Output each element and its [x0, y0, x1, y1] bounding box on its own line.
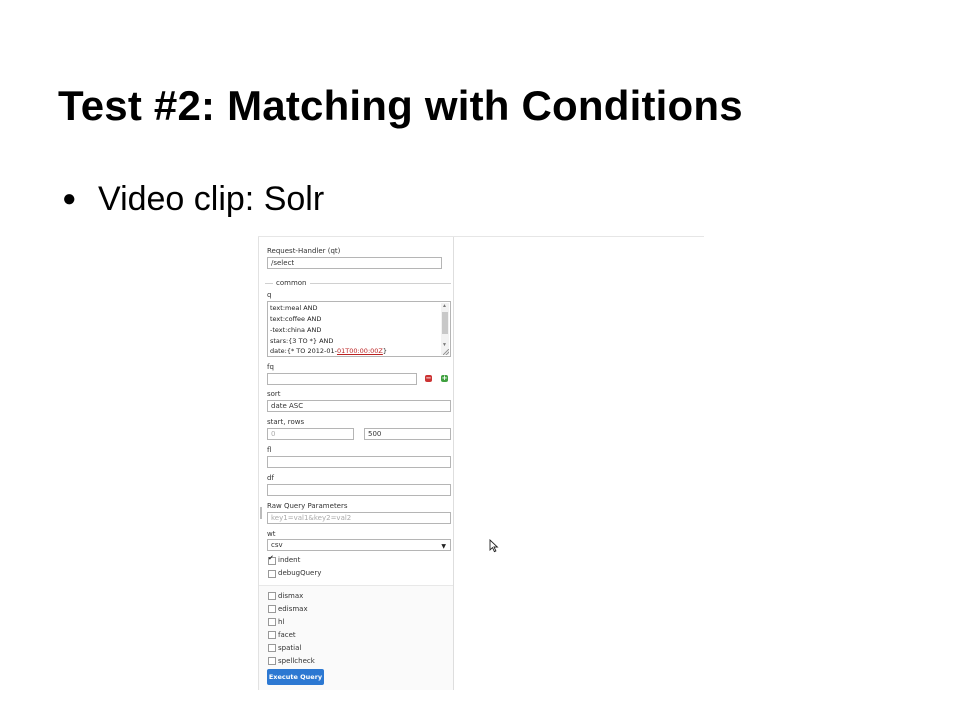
q-line: text:coffee AND [270, 315, 322, 323]
q-line-date-suffix: 01T00:00:00Z [336, 347, 383, 355]
query-form-panel: Request-Handler (qt) /select common q te… [258, 237, 454, 690]
textarea-resize-icon[interactable] [443, 349, 449, 355]
solr-query-screenshot: Request-Handler (qt) /select common q te… [258, 236, 704, 690]
common-legend: common [273, 279, 310, 287]
bullet-text: Video clip: Solr [98, 180, 325, 218]
scroll-down-icon[interactable]: ▼ [442, 343, 447, 348]
fq-input[interactable] [267, 373, 417, 385]
debug-query-label: debugQuery [278, 569, 322, 577]
fl-label: fl [267, 446, 272, 454]
raw-params-label: Raw Query Parameters [267, 502, 348, 510]
q-line: -text:china AND [270, 326, 322, 334]
wt-selected-value: csv [271, 541, 283, 549]
edismax-label: edismax [278, 605, 308, 613]
sort-label: sort [267, 390, 281, 398]
q-line: stars:{3 TO *} AND [270, 337, 334, 345]
slide-title: Test #2: Matching with Conditions [58, 82, 743, 129]
edismax-checkbox[interactable] [268, 605, 276, 613]
indent-label: indent [278, 556, 301, 564]
dismax-label: dismax [278, 592, 304, 600]
hl-checkbox[interactable] [268, 618, 276, 626]
facet-checkbox[interactable] [268, 631, 276, 639]
dropdown-arrow-icon: ▼ [441, 543, 446, 550]
spatial-label: spatial [278, 644, 302, 652]
facet-label: facet [278, 631, 296, 639]
bullet-item: ● Video clip: Solr [62, 180, 324, 219]
execute-query-button[interactable]: Execute Query [267, 669, 324, 685]
q-scrollbar[interactable]: ▲ ▼ [441, 303, 449, 355]
sort-input[interactable]: date ASC [267, 400, 451, 412]
raw-params-input[interactable]: key1=val1&key2=val2 [267, 512, 451, 524]
rows-input[interactable]: 500 [364, 428, 451, 440]
fq-add-button[interactable]: + [441, 375, 448, 382]
scroll-up-icon[interactable]: ▲ [442, 304, 447, 309]
start-input[interactable]: 0 [267, 428, 354, 440]
check-icon: ✔ [268, 555, 274, 562]
q-line-date-end: } [382, 347, 387, 355]
q-line: text:meal AND [270, 304, 318, 312]
indent-checkbox[interactable]: ✔ [268, 555, 276, 565]
bullet-dot-icon: ● [62, 185, 77, 212]
wt-select[interactable]: csv ▼ [267, 539, 451, 551]
q-label: q [267, 291, 272, 299]
request-handler-input[interactable]: /select [267, 257, 442, 269]
q-line-date-prefix: date:{* TO 2012-01- [270, 347, 337, 355]
fl-input[interactable] [267, 456, 451, 468]
start-rows-label: start, rows [267, 418, 305, 426]
df-input[interactable] [267, 484, 451, 496]
hl-label: hl [278, 618, 285, 626]
fq-remove-button[interactable]: − [425, 375, 432, 382]
wt-label: wt [267, 530, 276, 538]
df-label: df [267, 474, 274, 482]
q-textarea[interactable]: text:meal AND text:coffee AND -text:chin… [267, 301, 451, 357]
fq-label: fq [267, 363, 274, 371]
resize-grip-icon[interactable] [260, 507, 262, 519]
mouse-pointer-icon [489, 539, 499, 553]
debug-query-checkbox[interactable] [268, 570, 276, 578]
spatial-checkbox[interactable] [268, 644, 276, 652]
scroll-thumb[interactable] [442, 312, 448, 334]
spellcheck-label: spellcheck [278, 657, 315, 665]
spellcheck-checkbox[interactable] [268, 657, 276, 665]
request-handler-label: Request-Handler (qt) [267, 247, 341, 255]
q-line-date: date:{* TO 2012-01-01T00:00:00Z} [270, 347, 387, 355]
dismax-checkbox[interactable] [268, 592, 276, 600]
